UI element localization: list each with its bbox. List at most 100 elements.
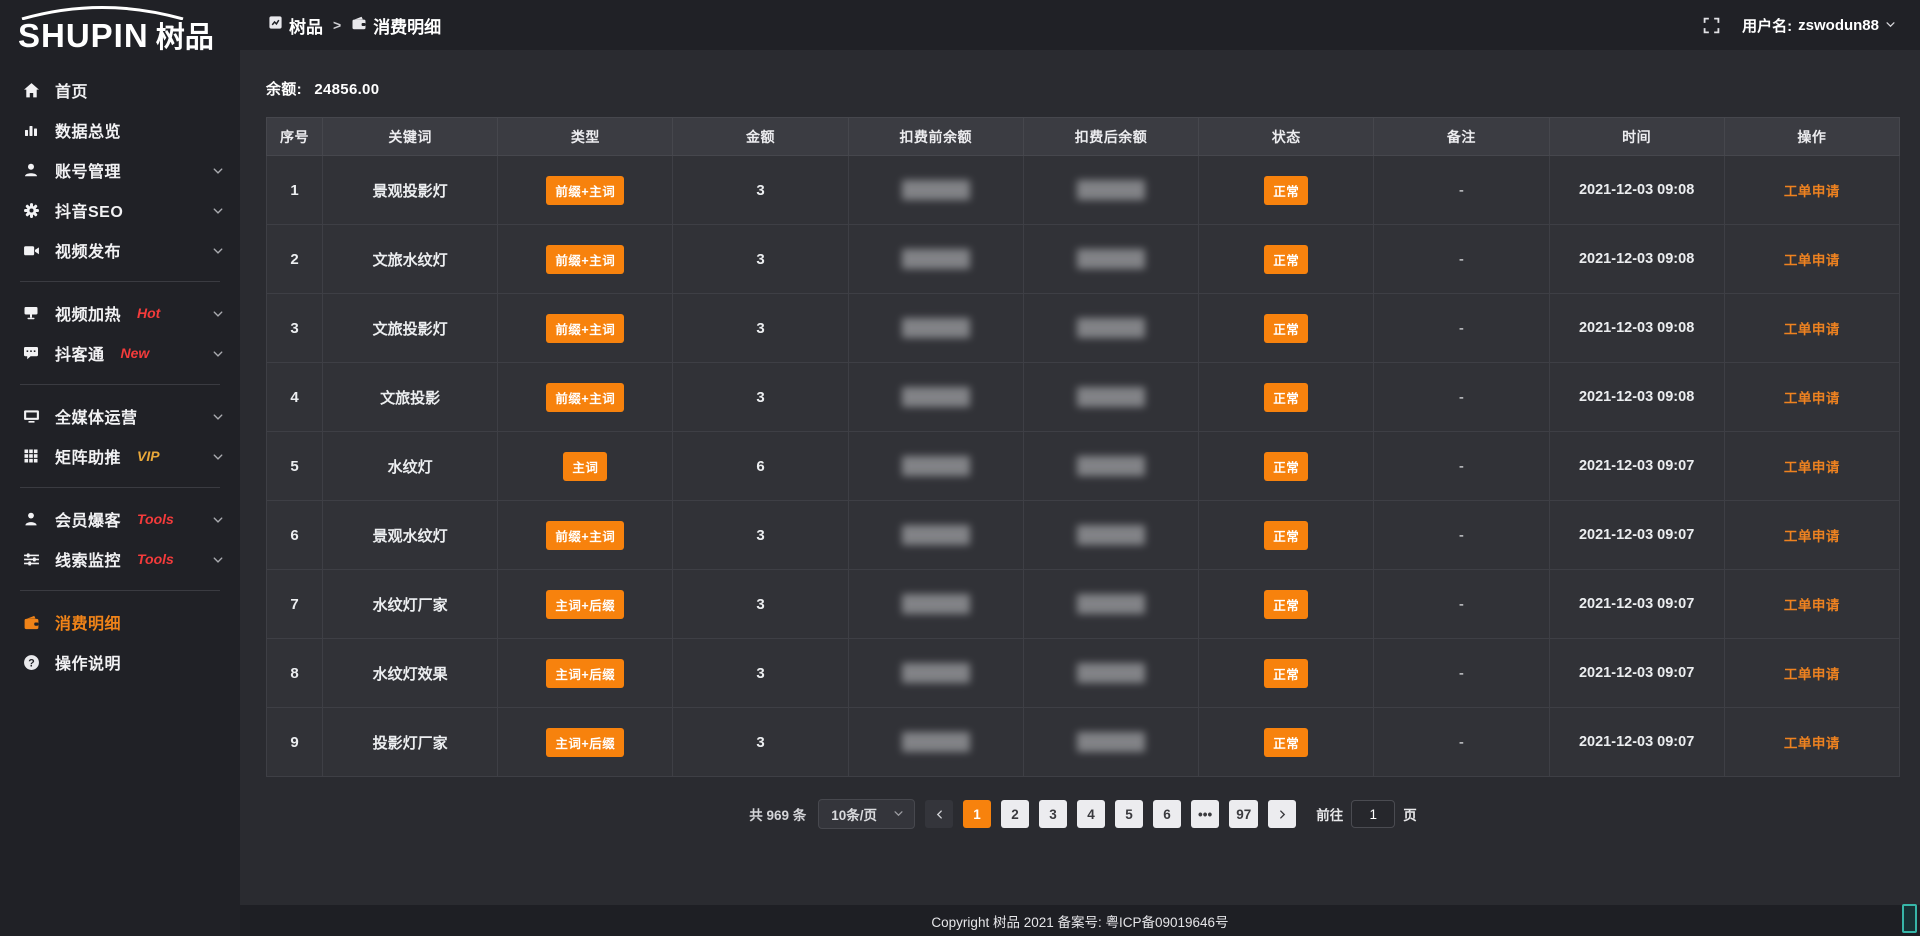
type-badge: 前缀+主词 bbox=[546, 383, 624, 412]
cell-action[interactable]: 工单申请 bbox=[1724, 363, 1899, 432]
wallet-icon bbox=[22, 613, 40, 631]
ticket-apply-link[interactable]: 工单申请 bbox=[1784, 460, 1840, 475]
cell-time: 2021-12-03 09:07 bbox=[1549, 432, 1724, 501]
cell-remark: - bbox=[1374, 294, 1549, 363]
sidebar-item-douketong[interactable]: 抖客通New bbox=[0, 333, 240, 373]
sidebar-item-help[interactable]: ?操作说明 bbox=[0, 642, 240, 682]
sidebar-item-video-heat[interactable]: 视频加热Hot bbox=[0, 293, 240, 333]
cell-index: 2 bbox=[267, 225, 323, 294]
ticket-apply-link[interactable]: 工单申请 bbox=[1784, 391, 1840, 406]
cell-time: 2021-12-03 09:07 bbox=[1549, 708, 1724, 777]
page-size-select[interactable]: 10条/页 bbox=[818, 799, 915, 829]
cell-index: 5 bbox=[267, 432, 323, 501]
sidebar-item-consume-detail[interactable]: 消费明细 bbox=[0, 602, 240, 642]
page-button-97[interactable]: 97 bbox=[1229, 800, 1258, 828]
cell-action[interactable]: 工单申请 bbox=[1724, 708, 1899, 777]
page-button-4[interactable]: 4 bbox=[1077, 800, 1105, 828]
ticket-apply-link[interactable]: 工单申请 bbox=[1784, 667, 1840, 682]
user-menu[interactable]: 用户名: zswodun88 bbox=[1742, 15, 1896, 36]
fullscreen-icon[interactable] bbox=[1703, 17, 1720, 34]
cell-index: 6 bbox=[267, 501, 323, 570]
cell-type: 前缀+主词 bbox=[498, 501, 673, 570]
cell-type: 前缀+主词 bbox=[498, 225, 673, 294]
page-button-2[interactable]: 2 bbox=[1001, 800, 1029, 828]
cell-status: 正常 bbox=[1199, 639, 1374, 708]
cell-action[interactable]: 工单申请 bbox=[1724, 639, 1899, 708]
ticket-apply-link[interactable]: 工单申请 bbox=[1784, 598, 1840, 613]
cell-status: 正常 bbox=[1199, 294, 1374, 363]
chevron-down-icon bbox=[212, 244, 224, 256]
sidebar-divider bbox=[20, 281, 220, 282]
cell-action[interactable]: 工单申请 bbox=[1724, 570, 1899, 639]
board-icon bbox=[22, 304, 40, 322]
sidebar-item-home[interactable]: 首页 bbox=[0, 70, 240, 110]
column-header: 时间 bbox=[1549, 118, 1724, 156]
type-badge: 前缀+主词 bbox=[546, 176, 624, 205]
masked-balance-after bbox=[1077, 525, 1145, 545]
cell-keyword: 水纹灯 bbox=[323, 432, 498, 501]
chart-icon bbox=[22, 121, 40, 139]
column-header: 序号 bbox=[267, 118, 323, 156]
cell-amount: 3 bbox=[673, 570, 848, 639]
sidebar-item-member-burst[interactable]: 会员爆客Tools bbox=[0, 499, 240, 539]
chevron-down-icon bbox=[212, 410, 224, 422]
breadcrumb-item-current[interactable]: 消费明细 bbox=[351, 13, 441, 38]
masked-balance-before bbox=[902, 387, 970, 407]
breadcrumb-item-home[interactable]: 树品 bbox=[268, 13, 323, 38]
ticket-apply-link[interactable]: 工单申请 bbox=[1784, 184, 1840, 199]
topbar-right: 用户名: zswodun88 bbox=[1703, 15, 1896, 36]
cell-balance-after bbox=[1023, 432, 1198, 501]
page-button-3[interactable]: 3 bbox=[1039, 800, 1067, 828]
next-page-button[interactable] bbox=[1268, 800, 1296, 828]
masked-balance-after bbox=[1077, 663, 1145, 683]
sidebar-item-label: 首页 bbox=[55, 78, 88, 102]
chevron-down-icon bbox=[212, 553, 224, 565]
cell-action[interactable]: 工单申请 bbox=[1724, 294, 1899, 363]
sidebar-item-badge: Tools bbox=[137, 551, 174, 567]
ticket-apply-link[interactable]: 工单申请 bbox=[1784, 736, 1840, 751]
pagination: 共 969 条 10条/页 123456•••97 前往 页 bbox=[266, 799, 1900, 829]
sidebar-item-account[interactable]: 账号管理 bbox=[0, 150, 240, 190]
sidebar-item-label: 抖音SEO bbox=[55, 198, 123, 222]
cell-action[interactable]: 工单申请 bbox=[1724, 501, 1899, 570]
sidebar-item-douyin-seo[interactable]: 抖音SEO bbox=[0, 190, 240, 230]
ticket-apply-link[interactable]: 工单申请 bbox=[1784, 322, 1840, 337]
sidebar-item-media-operation[interactable]: 全媒体运营 bbox=[0, 396, 240, 436]
cell-balance-after bbox=[1023, 225, 1198, 294]
sidebar-item-video-publish[interactable]: 视频发布 bbox=[0, 230, 240, 270]
page-size-value: 10条/页 bbox=[831, 804, 877, 824]
table-row: 7水纹灯厂家主词+后缀3正常-2021-12-03 09:07工单申请 bbox=[267, 570, 1900, 639]
pager-ellipsis[interactable]: ••• bbox=[1191, 800, 1219, 828]
cell-keyword: 文旅水纹灯 bbox=[323, 225, 498, 294]
cell-action[interactable]: 工单申请 bbox=[1724, 225, 1899, 294]
masked-balance-before bbox=[902, 249, 970, 269]
masked-balance-after bbox=[1077, 318, 1145, 338]
page-button-5[interactable]: 5 bbox=[1115, 800, 1143, 828]
type-badge: 前缀+主词 bbox=[546, 521, 624, 550]
cell-index: 3 bbox=[267, 294, 323, 363]
sidebar-item-data-overview[interactable]: 数据总览 bbox=[0, 110, 240, 150]
cell-action[interactable]: 工单申请 bbox=[1724, 432, 1899, 501]
goto-page-input[interactable] bbox=[1351, 800, 1395, 828]
ticket-apply-link[interactable]: 工单申请 bbox=[1784, 253, 1840, 268]
sliders-icon bbox=[22, 550, 40, 568]
page-button-6[interactable]: 6 bbox=[1153, 800, 1181, 828]
masked-balance-before bbox=[902, 594, 970, 614]
cell-balance-after bbox=[1023, 639, 1198, 708]
cell-time: 2021-12-03 09:08 bbox=[1549, 156, 1724, 225]
sidebar-item-matrix-boost[interactable]: 矩阵助推VIP bbox=[0, 436, 240, 476]
cell-balance-before bbox=[848, 294, 1023, 363]
cell-index: 4 bbox=[267, 363, 323, 432]
prev-page-button[interactable] bbox=[925, 800, 953, 828]
chevron-down-icon bbox=[212, 164, 224, 176]
cell-action[interactable]: 工单申请 bbox=[1724, 156, 1899, 225]
cell-balance-after bbox=[1023, 501, 1198, 570]
sidebar-item-clue-monitor[interactable]: 线索监控Tools bbox=[0, 539, 240, 579]
sidebar-item-label: 全媒体运营 bbox=[55, 404, 138, 428]
type-badge: 前缀+主词 bbox=[546, 245, 624, 274]
floating-widget[interactable] bbox=[1902, 904, 1917, 933]
page-button-1[interactable]: 1 bbox=[963, 800, 991, 828]
ticket-apply-link[interactable]: 工单申请 bbox=[1784, 529, 1840, 544]
masked-balance-before bbox=[902, 456, 970, 476]
table-row: 4文旅投影前缀+主词3正常-2021-12-03 09:08工单申请 bbox=[267, 363, 1900, 432]
